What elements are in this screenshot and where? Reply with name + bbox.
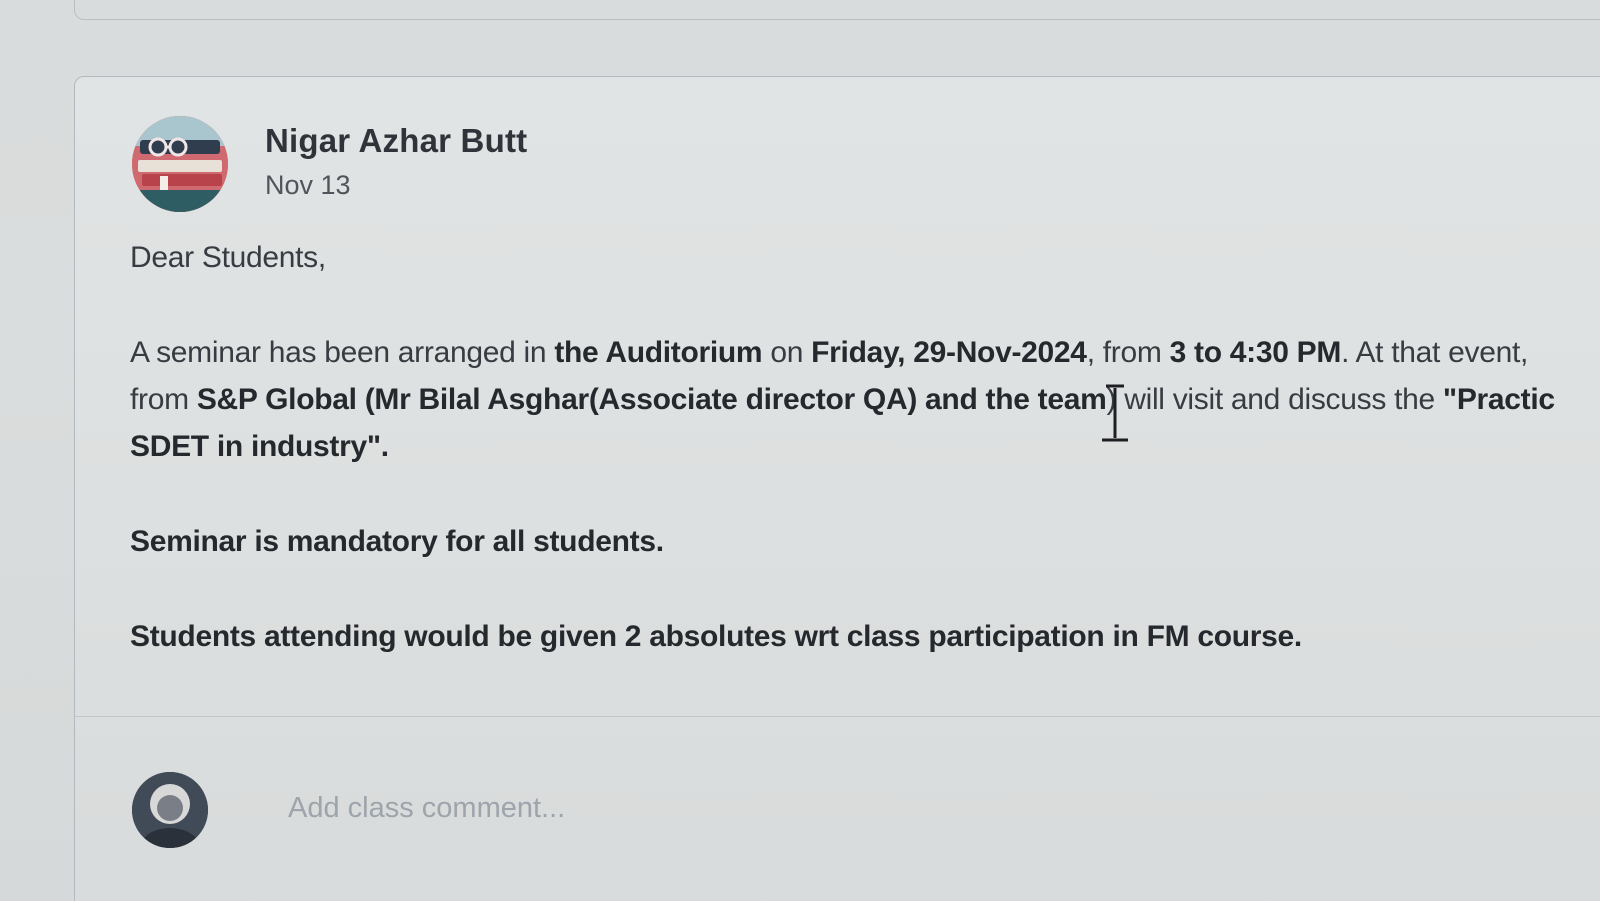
comment-divider bbox=[74, 716, 1600, 717]
time-bold: 3 to 4:30 PM bbox=[1169, 336, 1342, 369]
text-segment: , from bbox=[1086, 336, 1170, 369]
paragraph-seminar-details: A seminar has been arranged in the Audit… bbox=[130, 329, 1570, 470]
guests-bold: S&P Global (Mr Bilal Asghar(Associate di… bbox=[196, 383, 1107, 416]
author-name[interactable]: Nigar Azhar Butt bbox=[265, 122, 527, 160]
paragraph-participation: Students attending would be given 2 abso… bbox=[130, 613, 1570, 660]
add-class-comment-input[interactable] bbox=[288, 786, 1288, 830]
text-segment: A seminar has been arranged in bbox=[130, 336, 555, 369]
greeting: Dear Students, bbox=[130, 241, 326, 274]
post-date: Nov 13 bbox=[265, 170, 351, 200]
mandatory-notice: Seminar is mandatory for all students. bbox=[130, 525, 664, 558]
comment-avatar bbox=[132, 772, 208, 848]
text-segment: . At that event, bbox=[1341, 336, 1529, 369]
text-segment: on bbox=[762, 336, 812, 369]
paragraph-mandatory: Seminar is mandatory for all students. bbox=[130, 518, 1570, 565]
participation-notice: Students attending would be given 2 abso… bbox=[130, 620, 1302, 653]
date-bold: Friday, 29-Nov-2024 bbox=[811, 336, 1087, 369]
text-cursor-icon bbox=[1102, 384, 1128, 442]
announcement-body: Dear Students, A seminar has been arrang… bbox=[130, 234, 1570, 660]
location-bold: the Auditorium bbox=[554, 336, 763, 369]
author-avatar[interactable] bbox=[132, 116, 228, 212]
topic-bold: "Practic bbox=[1442, 383, 1555, 416]
previous-post-card-edge bbox=[74, 0, 1600, 20]
books-avatar-icon bbox=[132, 116, 228, 212]
topic-bold-end: SDET in industry". bbox=[130, 430, 389, 463]
text-segment: from bbox=[130, 383, 197, 416]
text-segment: ) will visit and discuss the bbox=[1106, 383, 1443, 416]
user-photo-avatar-icon bbox=[132, 772, 208, 848]
